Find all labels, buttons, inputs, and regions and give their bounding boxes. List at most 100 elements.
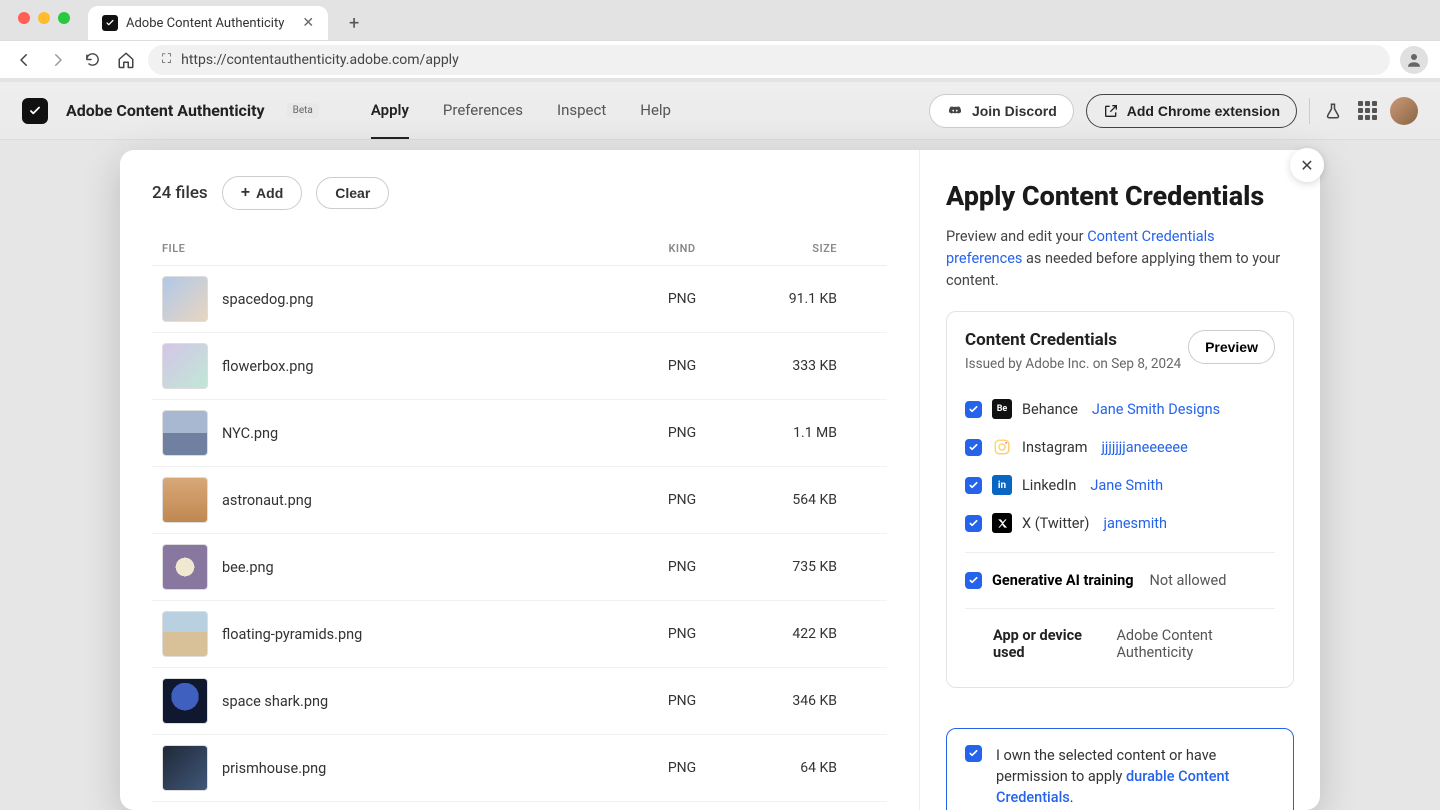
nav-tab-inspect[interactable]: Inspect xyxy=(557,83,606,139)
browser-profile-icon[interactable] xyxy=(1400,46,1428,74)
social-checkbox[interactable] xyxy=(965,401,982,418)
platform-name: Behance xyxy=(1022,401,1078,418)
site-settings-icon[interactable]: ⛶ xyxy=(162,52,171,67)
apps-icon[interactable] xyxy=(1356,100,1378,122)
file-thumbnail xyxy=(162,611,208,657)
credentials-card-header: Content Credentials Issued by Adobe Inc.… xyxy=(965,330,1275,372)
file-name: floating-pyramids.png xyxy=(222,626,627,643)
nav-tab-apply[interactable]: Apply xyxy=(371,83,409,139)
gen-ai-checkbox[interactable] xyxy=(965,572,982,589)
file-thumbnail xyxy=(162,544,208,590)
file-name: space shark.png xyxy=(222,693,627,710)
files-count: 24 files xyxy=(152,183,208,203)
plus-icon: + xyxy=(241,184,250,202)
file-row[interactable]: bee.png PNG 735 KB xyxy=(152,534,887,601)
tab-bar: Adobe Content Authenticity ✕ + xyxy=(0,6,1440,40)
file-kind: PNG xyxy=(627,760,737,776)
file-thumbnail xyxy=(162,678,208,724)
social-checkbox[interactable] xyxy=(965,439,982,456)
credentials-card: Content Credentials Issued by Adobe Inc.… xyxy=(946,311,1294,688)
reload-icon[interactable] xyxy=(80,48,104,72)
preview-button[interactable]: Preview xyxy=(1188,330,1275,364)
browser-tab[interactable]: Adobe Content Authenticity ✕ xyxy=(88,6,328,40)
file-kind: PNG xyxy=(627,358,737,374)
clear-label: Clear xyxy=(335,185,370,201)
file-size: 564 KB xyxy=(737,492,877,508)
file-list[interactable]: spacedog.png PNG 91.1 KB flowerbox.png P… xyxy=(152,266,887,810)
file-kind: PNG xyxy=(627,492,737,508)
labs-icon[interactable] xyxy=(1322,100,1344,122)
credentials-panel: Apply Content Credentials Preview and ed… xyxy=(920,150,1320,810)
nav-tab-preferences[interactable]: Preferences xyxy=(443,83,523,139)
file-size: 346 KB xyxy=(737,693,877,709)
clear-files-button[interactable]: Clear xyxy=(316,177,389,209)
app-used-label: App or device used xyxy=(993,627,1104,661)
panel-description: Preview and edit your Content Credential… xyxy=(946,226,1294,291)
credentials-card-title: Content Credentials xyxy=(965,330,1181,350)
column-file: FILE xyxy=(162,242,627,255)
social-handle[interactable]: jjjjjjjaneeeeee xyxy=(1101,439,1187,456)
apply-credentials-modal: ✕ 24 files + Add Clear FILE KIND SIZE sp… xyxy=(120,150,1320,810)
nav-tab-help[interactable]: Help xyxy=(640,83,671,139)
beta-badge: Beta xyxy=(287,103,319,118)
gen-ai-training-row: Generative AI training Not allowed xyxy=(965,563,1275,598)
platform-name: LinkedIn xyxy=(1022,477,1076,494)
instagram-icon xyxy=(992,437,1012,457)
window-maximize-icon[interactable] xyxy=(58,12,70,24)
file-size: 333 KB xyxy=(737,358,877,374)
panel-title: Apply Content Credentials xyxy=(946,180,1294,212)
file-row[interactable]: NYC.png PNG 1.1 MB xyxy=(152,400,887,467)
file-name: flowerbox.png xyxy=(222,358,627,375)
social-account-row: X (Twitter) janesmith xyxy=(965,504,1275,542)
file-name: bee.png xyxy=(222,559,627,576)
window-close-icon[interactable] xyxy=(18,12,30,24)
file-row[interactable]: flowerbox.png PNG 333 KB xyxy=(152,333,887,400)
file-row[interactable]: space shark.png PNG 346 KB xyxy=(152,668,887,735)
file-row[interactable]: prismhouse.png PNG 64 KB xyxy=(152,735,887,802)
file-name: NYC.png xyxy=(222,425,627,442)
file-kind: PNG xyxy=(627,425,737,441)
forward-icon[interactable] xyxy=(46,48,70,72)
window-minimize-icon[interactable] xyxy=(38,12,50,24)
file-kind: PNG xyxy=(627,626,737,642)
add-files-button[interactable]: + Add xyxy=(222,176,303,210)
social-handle[interactable]: janesmith xyxy=(1103,515,1167,532)
social-handle[interactable]: Jane Smith xyxy=(1090,477,1163,494)
file-row[interactable]: spacedog.png PNG 91.1 KB xyxy=(152,266,887,333)
separator xyxy=(965,552,1275,553)
discord-label: Join Discord xyxy=(972,103,1057,119)
url-text: https://contentauthenticity.adobe.com/ap… xyxy=(181,52,459,68)
file-thumbnail xyxy=(162,343,208,389)
social-checkbox[interactable] xyxy=(965,515,982,532)
file-row[interactable]: astronaut.png PNG 564 KB xyxy=(152,467,887,534)
file-thumbnail xyxy=(162,410,208,456)
social-checkbox[interactable] xyxy=(965,477,982,494)
browser-chrome: Adobe Content Authenticity ✕ + ⛶ https:/… xyxy=(0,0,1440,82)
url-bar[interactable]: ⛶ https://contentauthenticity.adobe.com/… xyxy=(148,45,1390,75)
social-handle[interactable]: Jane Smith Designs xyxy=(1092,401,1220,418)
ownership-consent-box: I own the selected content or have permi… xyxy=(946,728,1294,810)
social-account-row: Instagram jjjjjjjaneeeeee xyxy=(965,428,1275,466)
file-row[interactable]: floating-pyramids.png PNG 422 KB xyxy=(152,601,887,668)
add-chrome-extension-button[interactable]: Add Chrome extension xyxy=(1086,94,1297,128)
new-tab-button[interactable]: + xyxy=(340,9,368,37)
ownership-checkbox[interactable] xyxy=(965,745,982,762)
user-avatar[interactable] xyxy=(1390,97,1418,125)
tab-title: Adobe Content Authenticity xyxy=(126,16,284,31)
discord-icon xyxy=(946,104,964,118)
back-icon[interactable] xyxy=(12,48,36,72)
file-kind: PNG xyxy=(627,559,737,575)
file-name: spacedog.png xyxy=(222,291,627,308)
tab-close-icon[interactable]: ✕ xyxy=(302,15,314,31)
join-discord-button[interactable]: Join Discord xyxy=(929,94,1074,128)
file-size: 64 KB xyxy=(737,760,877,776)
home-icon[interactable] xyxy=(114,48,138,72)
app-logo-icon xyxy=(22,98,48,124)
page-body: ✕ 24 files + Add Clear FILE KIND SIZE sp… xyxy=(0,140,1440,810)
modal-close-button[interactable]: ✕ xyxy=(1290,148,1324,182)
file-size: 735 KB xyxy=(737,559,877,575)
behance-icon: Be xyxy=(992,399,1012,419)
add-label: Add xyxy=(256,185,283,201)
url-toolbar: ⛶ https://contentauthenticity.adobe.com/… xyxy=(0,40,1440,78)
file-thumbnail xyxy=(162,276,208,322)
